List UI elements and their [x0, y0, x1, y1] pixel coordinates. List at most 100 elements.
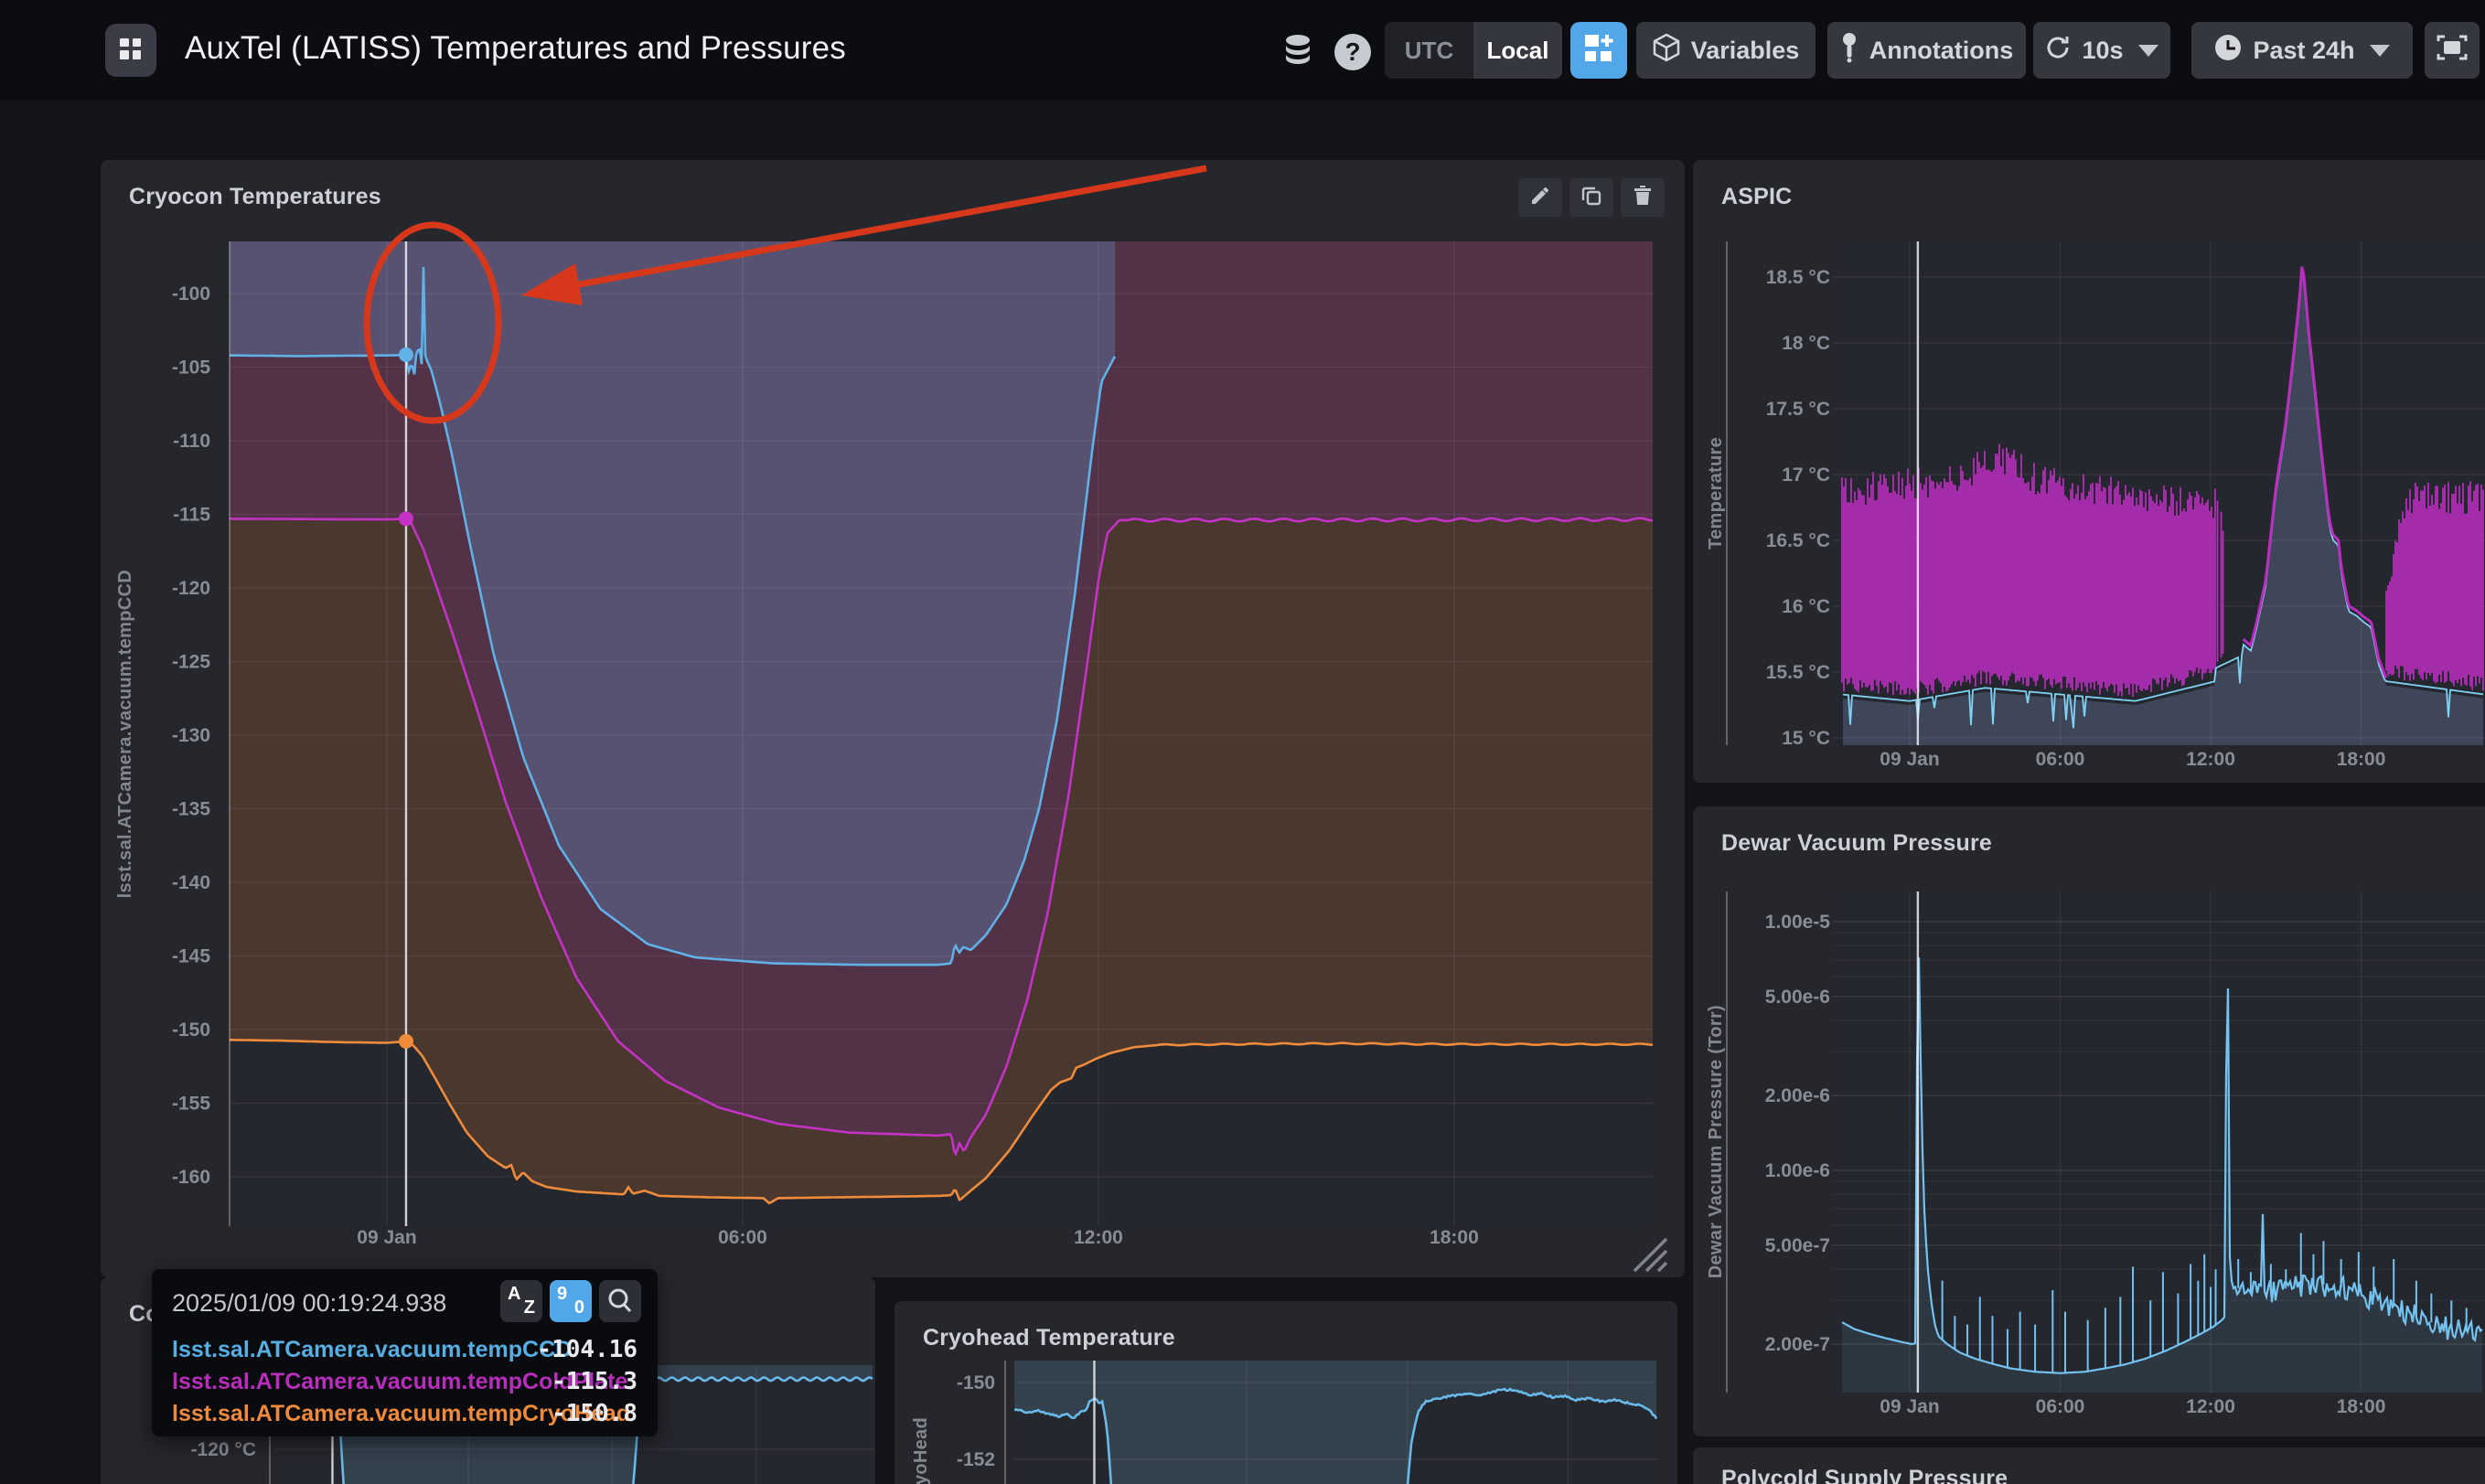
y-axis-tick-label: -125	[172, 652, 210, 673]
sort-num-top: 9	[557, 1284, 567, 1305]
timezone-toggle: UTC Local	[1385, 22, 1562, 79]
panel-cryocon-temperatures: Cryocon Temperatures -100-105-110-115-12…	[101, 160, 1685, 1277]
annotations-button[interactable]: Annotations	[1827, 22, 2026, 79]
y-axis-tick-label: -120	[172, 578, 210, 599]
y-axis-tick-label: -105	[172, 358, 210, 379]
sort-alphabetical-button[interactable]: A Z	[500, 1280, 542, 1322]
x-axis-tick-label: 12:00	[1074, 1227, 1123, 1248]
y-axis-tick-label: -110	[173, 431, 210, 452]
refresh-icon	[2045, 35, 2071, 67]
x-axis-tick-label: 06:00	[718, 1227, 767, 1248]
clock-icon	[2214, 34, 2242, 68]
y-axis-tick-label: -140	[172, 872, 210, 893]
x-axis-tick-label: 12:00	[2186, 1396, 2235, 1417]
sort-num-bottom: 0	[574, 1297, 584, 1319]
refresh-interval-dropdown[interactable]: 10s	[2033, 22, 2170, 79]
y-axis-tick-label: -100	[172, 283, 210, 304]
series-value: -104.16	[537, 1336, 637, 1363]
y-axis-tick-label: -130	[172, 725, 210, 746]
panel-cryohead-temperature: Cryohead Temperature -150-152 lsst.sal.A…	[894, 1301, 1677, 1484]
tooltip-row: lsst.sal.ATCamera.vacuum.tempCryoHead -1…	[172, 1401, 637, 1428]
y-axis-tick-label: 15 °C	[1782, 728, 1830, 749]
annotations-label: Annotations	[1869, 37, 2013, 65]
y-axis-tick-label: 2.00e-7	[1765, 1334, 1830, 1355]
y-axis-tick-label: -135	[172, 799, 210, 820]
refresh-interval-label: 10s	[2082, 37, 2123, 65]
dashboard-grid-icon	[117, 35, 145, 67]
tooltip-search-button[interactable]	[599, 1280, 641, 1322]
x-axis-tick-label: 09 Jan	[1880, 1396, 1939, 1417]
y-axis-tick-label: 1.00e-6	[1765, 1160, 1830, 1181]
panel-aspic: ASPIC 18.5 °C18 °C17.5 °C17 °C16.5 °C16 …	[1693, 160, 2485, 783]
sort-numeric-button[interactable]: 9 0	[550, 1280, 592, 1322]
y-axis-tick-label: 16 °C	[1782, 596, 1830, 617]
sort-az-bottom: Z	[524, 1297, 535, 1319]
y-axis-tick-label: 5.00e-7	[1765, 1235, 1830, 1256]
x-axis-tick-label: 09 Jan	[357, 1227, 416, 1248]
y-axis-tick-label: -155	[172, 1094, 210, 1115]
y-axis-tick-label: 5.00e-6	[1765, 987, 1830, 1008]
y-axis-tick-label: -160	[172, 1167, 210, 1188]
variables-label: Variables	[1691, 37, 1800, 65]
add-cell-icon	[1583, 33, 1614, 69]
tooltip-row: lsst.sal.ATCamera.vacuum.tempCCD -104.16	[172, 1337, 637, 1364]
sources-icon[interactable]	[1279, 33, 1317, 71]
panel-title: Polycold Supply Pressure	[1721, 1466, 2008, 1484]
cryohead-temperature-chart[interactable]: -150 -152	[894, 1301, 1677, 1484]
y-axis-tick-label: -115	[173, 505, 210, 526]
dewar-vacuum-pressure-chart[interactable]: 1.00e-5 5.00e-6 2.00e-6 1.00e-6 5.00e-7 2.00e…	[1693, 806, 2485, 1436]
dashboard-page: AuxTel (LATISS) Temperatures and Pressur…	[0, 0, 2485, 1484]
y-axis-tick-label: 18.5 °C	[1766, 267, 1830, 288]
y-axis-tick-label: 18 °C	[1782, 333, 1830, 354]
y-axis-tick-label: 15.5 °C	[1766, 662, 1830, 683]
y-axis-tick-label: 1.00e-5	[1765, 912, 1831, 933]
y-axis-tick-label: -150	[957, 1372, 995, 1393]
series-value: -150.8	[552, 1400, 637, 1427]
y-axis-tick-label: -152	[957, 1449, 995, 1470]
time-range-label: Past 24h	[2253, 37, 2354, 65]
chevron-down-icon	[2138, 45, 2158, 57]
x-axis-tick-label: 06:00	[2036, 749, 2085, 770]
y-axis-tick-label: -145	[172, 946, 210, 967]
y-axis-tick-label: -120 °C	[191, 1439, 256, 1460]
svg-text:?: ?	[1344, 37, 1360, 66]
annotation-pin-icon	[1840, 32, 1858, 69]
timezone-local-button[interactable]: Local	[1473, 22, 1562, 79]
x-axis-tick-label: 09 Jan	[1880, 749, 1939, 770]
series-value: -115.3	[552, 1368, 637, 1395]
series-name: lsst.sal.ATCamera.vacuum.tempCCD	[172, 1337, 572, 1363]
y-axis-tick-label: 2.00e-6	[1765, 1085, 1830, 1106]
aspic-chart[interactable]: 18.5 °C 18 °C 17.5 °C 17 °C 16.5 °C 16 °C 15.5…	[1693, 160, 2485, 783]
tooltip-timestamp: 2025/01/09 00:19:24.938	[172, 1289, 446, 1318]
sort-az-top: A	[508, 1284, 520, 1305]
presentation-mode-button[interactable]	[2425, 22, 2480, 79]
add-cell-button[interactable]	[1570, 22, 1627, 79]
y-axis-tick-label: -150	[172, 1020, 210, 1041]
panel-resize-handle[interactable]	[1634, 1239, 1666, 1271]
x-axis-tick-label: 18:00	[2337, 1396, 2386, 1417]
kiosk-icon	[2437, 34, 2468, 68]
cryocon-temperatures-chart[interactable]: -100 -105 -110 -115 -120 -125 -130 -135 -140 -145…	[101, 160, 1685, 1277]
y-axis-tick-label: 16.5 °C	[1766, 530, 1830, 551]
timezone-utc-button[interactable]: UTC	[1385, 22, 1473, 79]
tooltip-row: lsst.sal.ATCamera.vacuum.tempColdPlate -…	[172, 1369, 637, 1396]
y-axis-tick-label: 17.5 °C	[1766, 399, 1830, 420]
x-axis-tick-label: 18:00	[2337, 749, 2386, 770]
cryohead-y-axis-label: lsst.sal.ATCamera.vacuum.tempCryoHead	[911, 1417, 932, 1484]
search-icon	[599, 1280, 641, 1322]
chevron-down-icon	[2370, 45, 2390, 57]
page-title: AuxTel (LATISS) Temperatures and Pressur…	[185, 30, 846, 67]
time-range-dropdown[interactable]: Past 24h	[2191, 22, 2413, 79]
dashboards-nav-button[interactable]	[105, 24, 156, 77]
cube-icon	[1653, 33, 1680, 69]
panel-dewar-vacuum-pressure: Dewar Vacuum Pressure 1.00e-55.00e-62.00…	[1693, 806, 2485, 1436]
variables-button[interactable]: Variables	[1636, 22, 1816, 79]
y-axis-tick-label: 17 °C	[1782, 464, 1830, 486]
x-axis-tick-label: 06:00	[2036, 1396, 2085, 1417]
x-axis-tick-label: 12:00	[2186, 749, 2235, 770]
panel-polycold-supply-pressure: Polycold Supply Pressure	[1693, 1447, 2485, 1484]
help-icon[interactable]: ?	[1334, 33, 1372, 71]
x-axis-tick-label: 18:00	[1430, 1227, 1479, 1248]
navbar: AuxTel (LATISS) Temperatures and Pressur…	[0, 0, 2485, 101]
chart-tooltip: 2025/01/09 00:19:24.938 A Z 9 0 lsst.sal…	[152, 1269, 658, 1436]
